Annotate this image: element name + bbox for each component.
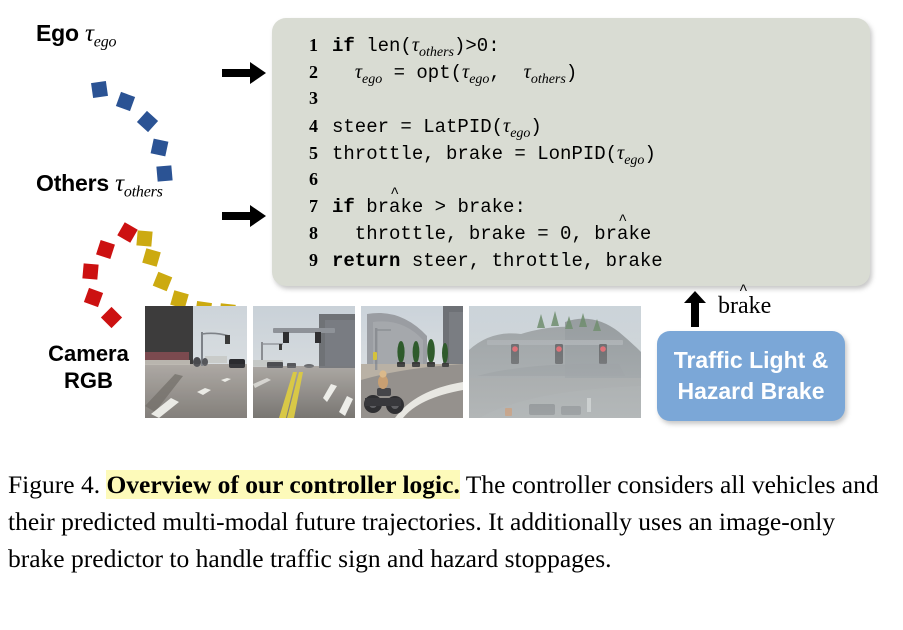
code-line-9: 9 return steer, throttle, brake (272, 250, 870, 277)
code-line-7: 7 if brake > brake: (272, 196, 870, 223)
code-plain: ) (565, 62, 578, 84)
code-plain: ) (530, 116, 542, 138)
ego-traj-point-2 (115, 91, 136, 112)
code-line-number: 4 (309, 116, 318, 136)
controller-logic-code-block: 1 if len(τothers)>0: 2 τego = opt(τego, τo… (272, 18, 870, 286)
figure-caption: Figure 4. Overview of our controller log… (8, 466, 896, 577)
code-line-text: return steer, throttle, brake (332, 250, 870, 272)
code-plain: ) (644, 143, 656, 165)
code-line-number: 6 (309, 169, 318, 189)
hazard-box-line1: Traffic Light & (673, 347, 829, 373)
arrow-ego-to-code-icon (222, 62, 266, 84)
code-plain: steer, throttle, brake (400, 250, 663, 272)
code-line-5: 5 throttle, brake = LonPID(τego) (272, 142, 870, 169)
code-plain: ke (628, 223, 652, 245)
code-plain: ke > brake: (400, 196, 526, 218)
ego-trajectory-plot (36, 42, 236, 192)
camera-frame-2 (253, 306, 355, 418)
code-line-text: steer = LatPID(τego) (332, 115, 870, 142)
arrow-others-to-code-icon (222, 205, 266, 227)
code-keyword: if (332, 35, 355, 57)
others-traj-red-point-1 (117, 222, 138, 243)
code-plain: , (489, 62, 524, 84)
tau-symbol: τ (354, 61, 362, 83)
others-traj-yellow-point-2 (142, 248, 161, 267)
tau-subscript: others (530, 71, 566, 87)
code-line-number: 5 (309, 143, 318, 163)
brake-prefix: br (718, 293, 738, 319)
code-line-2: 2 τego = opt(τego, τothers) (272, 61, 870, 88)
code-plain: throttle, brake = 0, br (332, 223, 618, 245)
code-plain (332, 62, 355, 84)
code-line-text: τego = opt(τego, τothers) (332, 61, 870, 88)
others-traj-red-point-2 (96, 240, 115, 259)
code-line-6: 6 (272, 169, 870, 196)
ego-traj-point-1 (91, 81, 108, 98)
code-keyword: if (332, 196, 355, 218)
tau-subscript: ego (361, 71, 383, 87)
camera-frame-1 (145, 306, 247, 418)
traffic-light-hazard-brake-box[interactable]: Traffic Light & Hazard Brake (657, 331, 845, 421)
code-line-number: 1 (309, 35, 318, 55)
others-traj-yellow-point-1 (136, 230, 153, 247)
code-line-number: 7 (309, 196, 318, 216)
others-traj-red-point-3 (82, 263, 99, 280)
ego-traj-point-4 (150, 138, 169, 157)
brake-hat-label: brake (718, 293, 771, 320)
ego-traj-point-5 (156, 165, 173, 182)
caption-highlight: Overview of our controller logic. (106, 470, 460, 499)
tau-subscript: others (419, 44, 454, 60)
code-line-number: 2 (309, 62, 318, 82)
code-plain: )>0: (454, 35, 500, 57)
code-line-4: 4 steer = LatPID(τego) (272, 115, 870, 142)
code-line-number: 9 (309, 250, 318, 270)
others-traj-red-point-5 (100, 306, 123, 329)
tau-subscript: ego (624, 152, 645, 168)
code-line-8: 8 throttle, brake = 0, brake (272, 223, 870, 250)
code-line-number: 8 (309, 223, 318, 243)
code-line-text: throttle, brake = 0, brake (332, 223, 870, 245)
brake-suffix: ke (748, 293, 772, 319)
code-plain: throttle, brake = LonPID( (332, 143, 618, 165)
hazard-box-line2: Hazard Brake (677, 378, 825, 404)
camera-label-line2: RGB (64, 368, 113, 393)
caption-prefix: Figure 4. (8, 470, 107, 499)
code-line-number: 3 (309, 88, 318, 108)
arrow-hazard-to-code-icon (684, 291, 706, 327)
hat-accent-char: a (389, 196, 400, 218)
camera-label-line1: Camera (48, 341, 129, 366)
tau-symbol: τ (523, 61, 531, 83)
code-line-3: 3 (272, 88, 870, 115)
code-line-text: throttle, brake = LonPID(τego) (332, 142, 870, 169)
others-traj-yellow-point-3 (152, 271, 173, 292)
tau-subscript: ego (510, 125, 531, 141)
camera-frame-3 (361, 306, 463, 418)
code-line-text: if len(τothers)>0: (332, 34, 870, 61)
code-plain: len( (354, 35, 412, 57)
tau-symbol: τ (411, 34, 419, 56)
tau-subscript: ego (469, 71, 490, 87)
others-traj-red-point-4 (83, 287, 104, 308)
ego-traj-point-3 (136, 110, 159, 133)
code-plain: br (354, 196, 390, 218)
code-plain: = opt( (382, 62, 463, 84)
code-keyword: return (332, 250, 401, 272)
code-line-text: if brake > brake: (332, 196, 870, 218)
camera-rgb-label: Camera RGB (36, 340, 141, 394)
code-line-1: 1 if len(τothers)>0: (272, 34, 870, 61)
brake-hat-char: a (738, 293, 749, 320)
code-plain: steer = LatPID( (332, 116, 504, 138)
hat-accent-char: a (617, 223, 628, 245)
camera-frame-4 (469, 306, 641, 418)
